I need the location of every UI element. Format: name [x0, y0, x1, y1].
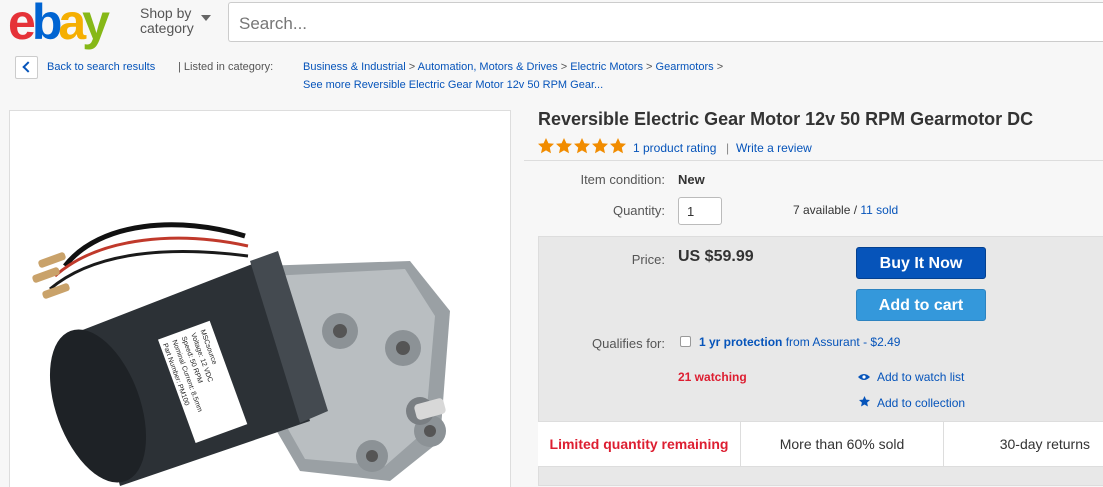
- see-more-link[interactable]: See more Reversible Electric Gear Motor …: [303, 79, 603, 91]
- breadcrumb-item-business-industrial[interactable]: Business & Industrial: [303, 61, 406, 73]
- available-count: 7 available /: [793, 203, 858, 217]
- promo-row: Limited quantity remaining More than 60%…: [538, 421, 1103, 467]
- title-divider: [524, 160, 1103, 161]
- breadcrumb-listed: | Listed in category:: [178, 61, 273, 74]
- product-title: Reversible Electric Gear Motor 12v 50 RP…: [538, 109, 1034, 129]
- shop-by-line2: category: [140, 20, 194, 36]
- breadcrumb-item-automation[interactable]: Automation, Motors & Drives: [418, 61, 558, 73]
- add-to-watch-list-link[interactable]: Add to watch list: [857, 370, 964, 384]
- shop-by-category-button[interactable]: Shop by category: [140, 5, 211, 36]
- collection-label: Add to collection: [877, 396, 966, 410]
- star-rating-icon[interactable]: [538, 138, 628, 154]
- watching-count: 21 watching: [678, 370, 747, 384]
- availability: 7 available / 11 sold: [793, 203, 898, 217]
- breadcrumb-item-electric-motors[interactable]: Electric Motors: [570, 61, 643, 73]
- breadcrumb-arrow: >: [560, 61, 568, 73]
- add-to-collection-link[interactable]: Add to collection: [857, 396, 965, 410]
- buy-it-now-button[interactable]: Buy It Now: [856, 247, 986, 279]
- logo-letter-b: b: [31, 0, 62, 50]
- condition-label: Item condition:: [580, 172, 665, 187]
- returns-badge[interactable]: 30-day returns: [944, 422, 1103, 467]
- back-to-search-link[interactable]: Back to search results: [47, 61, 155, 74]
- condition-value: New: [678, 172, 705, 187]
- chevron-down-icon: [201, 15, 211, 21]
- breadcrumb-arrow: >: [408, 61, 416, 73]
- header: ebay Shop by category Search...: [0, 0, 1103, 48]
- limited-quantity-badge: Limited quantity remaining: [549, 436, 729, 452]
- shop-by-line1: Shop by: [140, 5, 192, 21]
- star-icon: [857, 396, 871, 410]
- protection-plan-name: 1 yr protection: [699, 335, 783, 349]
- eye-icon: [857, 372, 871, 384]
- price-label: Price:: [631, 252, 665, 267]
- qualifies-label: Qualifies for:: [592, 336, 665, 351]
- back-button[interactable]: [15, 56, 38, 79]
- product-rating-link[interactable]: 1 product rating: [633, 140, 716, 156]
- protection-plan-detail: from Assurant - $2.49: [785, 335, 901, 349]
- price-value: US $59.99: [678, 248, 754, 265]
- gear-motor-illustration: MSCsource Voltage: 12 VDC Speed: 50 RPM …: [32, 222, 450, 486]
- product-image[interactable]: MSCsource Voltage: 12 VDC Speed: 50 RPM …: [9, 110, 511, 487]
- write-review-link[interactable]: Write a review: [736, 140, 812, 156]
- sold-percent-badge: More than 60% sold: [779, 436, 905, 452]
- search-input[interactable]: Search...: [228, 2, 1103, 42]
- sold-count-link[interactable]: 11 sold: [860, 203, 898, 217]
- protection-plan[interactable]: 1 yr protection from Assurant - $2.49: [699, 335, 900, 349]
- breadcrumb-item-gearmotors[interactable]: Gearmotors: [656, 61, 714, 73]
- listed-in-label: Listed in category:: [183, 61, 274, 73]
- add-to-cart-button[interactable]: Add to cart: [856, 289, 986, 321]
- breadcrumb-arrow: >: [646, 61, 653, 73]
- chevron-left-icon: [22, 61, 34, 73]
- breadcrumb-separator: |: [178, 61, 181, 73]
- back-to-search-label: Back to search results: [47, 61, 156, 73]
- quantity-input[interactable]: 1: [678, 197, 722, 225]
- logo-letter-a: a: [58, 0, 86, 50]
- watch-list-label: Add to watch list: [877, 370, 965, 384]
- protection-checkbox[interactable]: [680, 336, 691, 347]
- breadcrumb: Business & Industrial > Automation, Moto…: [303, 61, 723, 74]
- logo-letter-y: y: [82, 0, 110, 50]
- ebay-logo[interactable]: ebay: [8, 0, 110, 50]
- quantity-label: Quantity:: [612, 203, 665, 218]
- logo-letter-e: e: [8, 0, 36, 50]
- rating-separator: |: [726, 141, 730, 155]
- breadcrumb-arrow: >: [716, 61, 724, 73]
